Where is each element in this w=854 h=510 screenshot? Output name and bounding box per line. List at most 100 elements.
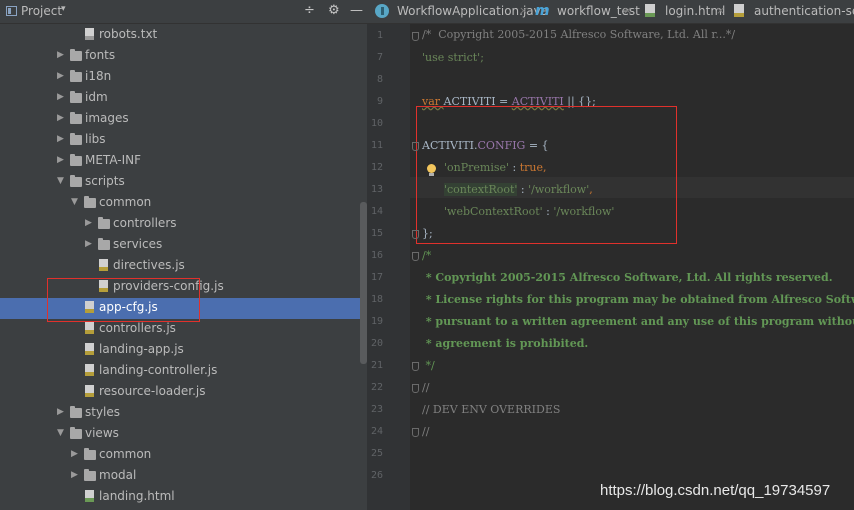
tab-authentication-service[interactable]: authentication-service <box>728 0 854 23</box>
code-editor[interactable]: /* Copyright 2005-2015 Alfresco Software… <box>367 24 854 510</box>
tree-item-images[interactable]: ▶ images <box>0 109 360 130</box>
line-number: 10 <box>370 118 383 129</box>
tab-login-html[interactable]: login.html × <box>639 0 727 23</box>
tree-item-views[interactable]: ▼ views <box>0 424 360 445</box>
tree-item-modal[interactable]: ▶ modal <box>0 466 360 487</box>
tree-item-meta-inf[interactable]: ▶ META-INF <box>0 151 360 172</box>
gear-icon[interactable]: ⚙ <box>328 3 340 18</box>
fold-marker-icon[interactable] <box>412 384 419 393</box>
collapsed-arrow-icon[interactable]: ▶ <box>57 92 64 102</box>
project-view-selector[interactable]: Project <box>21 4 62 18</box>
tree-item-i18n[interactable]: ▶ i18n <box>0 67 360 88</box>
tree-scrollbar[interactable] <box>360 202 367 364</box>
collapsed-arrow-icon[interactable]: ▶ <box>71 470 78 480</box>
collapsed-arrow-icon[interactable]: ▶ <box>85 239 92 249</box>
collapsed-arrow-icon[interactable]: ▶ <box>57 113 64 123</box>
tree-item-label: idm <box>85 90 108 104</box>
collapsed-arrow-icon[interactable]: ▶ <box>85 218 92 228</box>
line-number: 23 <box>370 404 383 415</box>
fold-marker-icon[interactable] <box>412 230 419 239</box>
code-line-1: /* Copyright 2005-2015 Alfresco Software… <box>422 28 736 41</box>
tree-item-label: common <box>99 195 152 209</box>
tree-item-label: landing-app.js <box>99 342 184 356</box>
annotation-highlight-box <box>416 106 677 244</box>
project-panel-header: Project ▾ ÷ ⚙ — <box>0 0 367 24</box>
tree-item-label: images <box>85 111 129 125</box>
code-line-7: 'use strict'; <box>422 51 484 64</box>
close-icon[interactable]: × <box>623 4 632 17</box>
project-view-icon <box>6 6 17 16</box>
collapsed-arrow-icon[interactable]: ▶ <box>57 50 64 60</box>
tree-item-styles[interactable]: ▶ styles <box>0 403 360 424</box>
method-icon: m <box>535 3 550 19</box>
tree-item-resource-loader-js[interactable]: resource-loader.js <box>0 382 360 403</box>
js-file-icon <box>85 322 94 334</box>
close-icon[interactable]: × <box>519 4 528 17</box>
collapsed-arrow-icon[interactable]: ▶ <box>57 134 64 144</box>
tree-item-label: landing.html <box>99 489 175 503</box>
tree-item-label: libs <box>85 132 106 146</box>
folder-icon <box>70 112 82 124</box>
fold-marker-icon[interactable] <box>412 362 419 371</box>
js-file-icon <box>99 259 108 271</box>
fold-marker-icon[interactable] <box>412 142 419 151</box>
tree-item-landing-html[interactable]: landing.html <box>0 487 360 508</box>
tab-workflow-application[interactable]: WorkflowApplication.java × <box>371 0 548 23</box>
code-line-20: * agreement is prohibited. <box>422 337 589 350</box>
code-line-16: /* <box>422 249 432 262</box>
line-number: 25 <box>370 448 383 459</box>
tab-workflow-test[interactable]: m workflow_test × <box>531 0 640 23</box>
tree-item-fonts[interactable]: ▶ fonts <box>0 46 360 67</box>
expanded-arrow-icon[interactable]: ▼ <box>57 176 64 186</box>
expanded-arrow-icon[interactable]: ▼ <box>71 197 78 207</box>
js-file-icon <box>85 343 94 355</box>
folder-icon <box>84 469 96 481</box>
close-icon[interactable]: × <box>716 4 725 17</box>
collapsed-arrow-icon[interactable]: ▶ <box>57 407 64 417</box>
fold-marker-icon[interactable] <box>412 428 419 437</box>
collapsed-arrow-icon[interactable]: ▶ <box>71 449 78 459</box>
code-line-23: // DEV ENV OVERRIDES <box>422 403 561 416</box>
folder-icon <box>84 448 96 460</box>
tree-item-libs[interactable]: ▶ libs <box>0 130 360 151</box>
tree-item-label: controllers <box>113 216 177 230</box>
collapsed-arrow-icon[interactable]: ▶ <box>57 155 64 165</box>
tree-item-label: META-INF <box>85 153 142 167</box>
expanded-arrow-icon[interactable]: ▼ <box>57 428 64 438</box>
folder-icon <box>70 154 82 166</box>
tree-item-directives-js[interactable]: directives.js <box>0 256 360 277</box>
tree-item-landing-app-js[interactable]: landing-app.js <box>0 340 360 361</box>
fold-marker-icon[interactable] <box>412 32 419 41</box>
tree-item-controllers-js[interactable]: controllers.js <box>0 319 360 340</box>
tree-item-landing-controller-js[interactable]: landing-controller.js <box>0 361 360 382</box>
folder-icon <box>70 133 82 145</box>
annotation-highlight-box <box>47 278 200 322</box>
tree-item-label: services <box>113 237 163 251</box>
collapse-all-icon[interactable]: ÷ <box>304 3 315 18</box>
tree-item-label: resource-loader.js <box>99 384 206 398</box>
tree-item-label: styles <box>85 405 121 419</box>
tree-item-idm[interactable]: ▶ idm <box>0 88 360 109</box>
hide-panel-icon[interactable]: — <box>350 3 363 18</box>
code-line-17: * Copyright 2005-2015 Alfresco Software,… <box>422 271 833 284</box>
tree-item-common[interactable]: ▶ common <box>0 445 360 466</box>
js-file-icon <box>85 385 94 397</box>
code-line-24: // <box>422 425 430 438</box>
line-number: 20 <box>370 338 383 349</box>
line-number: 14 <box>370 206 383 217</box>
code-line-22: // <box>422 381 430 394</box>
line-number: 22 <box>370 382 383 393</box>
collapsed-arrow-icon[interactable]: ▶ <box>57 71 64 81</box>
tree-item-label: landing-controller.js <box>99 363 218 377</box>
line-number: 26 <box>370 470 383 481</box>
chevron-down-icon[interactable]: ▾ <box>61 4 66 14</box>
fold-marker-icon[interactable] <box>412 252 419 261</box>
tree-item-scripts[interactable]: ▼ scripts <box>0 172 360 193</box>
tree-item-common[interactable]: ▼ common <box>0 193 360 214</box>
tree-item-label: fonts <box>85 48 116 62</box>
tree-item-controllers[interactable]: ▶ controllers <box>0 214 360 235</box>
tree-item-robots-txt[interactable]: robots.txt <box>0 25 360 46</box>
tree-item-services[interactable]: ▶ services <box>0 235 360 256</box>
folder-icon <box>70 70 82 82</box>
line-number: 11 <box>370 140 383 151</box>
